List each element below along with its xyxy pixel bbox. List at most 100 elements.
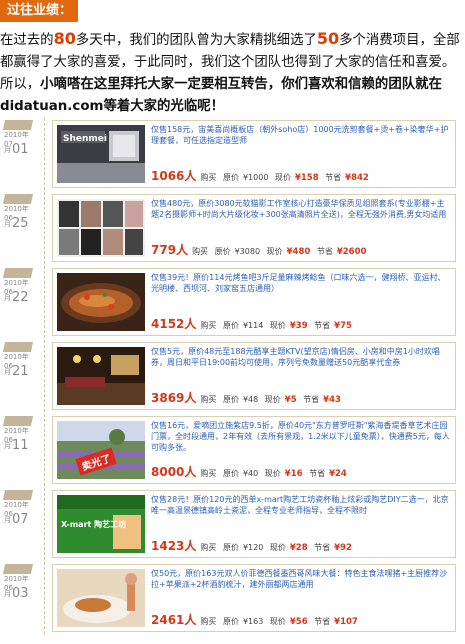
orig-price: ¥114 <box>242 321 264 330</box>
deal-day: 07 <box>12 512 29 527</box>
deal-stats: 8000人 购买 原价 ¥40 现价 ¥16 节省 ¥24 <box>151 463 451 480</box>
cur-price: ¥56 <box>289 617 308 627</box>
cur-price: ¥480 <box>286 247 311 257</box>
date-flag-icon <box>2 268 34 278</box>
date-flag-icon <box>2 416 34 426</box>
deal-card[interactable]: 仅售39元！原价114元烤鱼吧3斤足量麻辣烤鲶鱼（口味六选一，健翔桥、亚运村、光… <box>52 268 456 336</box>
orig-price: ¥40 <box>242 469 259 478</box>
deal-description[interactable]: 仅售16元，爱嘀团立施紫店9.5折，原价40元"东方普罗旺斯"紫海香堤香草艺术庄… <box>151 420 451 453</box>
deal-stats: 779人 购买 原价 ¥3080 现价 ¥480 节省 ¥2600 <box>151 241 451 258</box>
orig-price: ¥3080 <box>234 247 261 256</box>
deal-card[interactable]: 仅售480元，原价3080元软猫影工作室核心打造豪华保质见组照套系(专业影棚+主… <box>52 194 456 262</box>
buy-label: 购买 <box>200 173 217 182</box>
deal-card[interactable]: X-mart 陶艺工坊 仅售28元！原价120元的西单x-mart陶艺工坊瓷杯釉… <box>52 490 456 558</box>
deal-description[interactable]: 仅50元，原价163元双人价菲德西餐墨西哥风味大餐：特色主食法嘿猪+主厨推荐沙拉… <box>151 568 451 590</box>
deal-description[interactable]: 仅售28元！原价120元的西单x-mart陶艺工坊瓷杯釉上炫彩或陶艺DIY二选一… <box>151 494 451 516</box>
timeline-divider <box>44 562 46 634</box>
save-label: 节省 <box>325 173 342 182</box>
deal-card[interactable]: 仅50元，原价163元双人价菲德西餐墨西哥风味大餐：特色主食法嘿猪+主厨推荐沙拉… <box>52 564 456 632</box>
cur-price: ¥39 <box>289 321 308 331</box>
deal-thumbnail[interactable]: 卖光了 <box>57 421 145 479</box>
timeline-divider <box>44 266 46 338</box>
date-badge: 2010年06 月22 <box>2 268 36 314</box>
orig-label: 原价 <box>214 247 231 256</box>
deal-day: 01 <box>12 142 29 157</box>
deal-description[interactable]: 仅售480元，原价3080元软猫影工作室核心打造豪华保质见组照套系(专业影棚+主… <box>151 198 451 220</box>
date-badge: 2010年06 月03 <box>2 564 36 610</box>
deal-card[interactable]: 仅售5元，原价48元至188元酷享主题KTV(望京店)情侣房、小房和中房1小时欢… <box>52 342 456 410</box>
date-badge: 2010年06 月21 <box>2 342 36 388</box>
cur-price: ¥5 <box>284 395 297 405</box>
cur-price: ¥28 <box>289 543 308 553</box>
deal-day: 25 <box>12 216 29 231</box>
intro-count: 50 <box>316 29 340 48</box>
cur-price: ¥158 <box>294 173 319 183</box>
intro-days: 80 <box>53 29 76 48</box>
orig-price: ¥1000 <box>242 173 269 182</box>
cur-label: 现价 <box>264 395 281 404</box>
deal-day: 03 <box>12 586 29 601</box>
buy-label: 购买 <box>192 247 209 256</box>
deal-day-prefix: 月 <box>4 294 11 302</box>
buy-label: 购买 <box>200 469 217 478</box>
orig-label: 原价 <box>222 173 239 182</box>
timeline-divider <box>44 118 46 190</box>
timeline-divider <box>44 192 46 264</box>
orig-price: ¥163 <box>242 617 264 626</box>
intro-text-b: 多天中，我们的团队曾为大家精挑细选了 <box>75 33 317 48</box>
deal-day-prefix: 月 <box>4 516 11 524</box>
deal-stats: 3869人 购买 原价 ¥48 现价 ¥5 节省 ¥43 <box>151 389 451 406</box>
deal-row: 2010年06 月21 仅售5元，原价48元至188元酷享主题KTV(望京店)情… <box>0 340 465 412</box>
cur-label: 现价 <box>274 173 291 182</box>
cur-label: 现价 <box>266 247 283 256</box>
deal-row: 2010年06 月11 卖光了 仅售16元，爱嘀团立施紫店9.5折，原价40元"… <box>0 414 465 486</box>
deal-day: 21 <box>12 364 29 379</box>
deal-stats: 1423人 购买 原价 ¥120 现价 ¥28 节省 ¥92 <box>151 537 451 554</box>
orig-price: ¥120 <box>242 543 264 552</box>
timeline-divider <box>44 414 46 486</box>
date-flag-icon <box>2 120 34 130</box>
deal-thumbnail[interactable] <box>57 273 145 331</box>
cur-label: 现价 <box>264 469 281 478</box>
deal-stats: 1066人 购买 原价 ¥1000 现价 ¥158 节省 ¥842 <box>151 167 451 184</box>
orig-price: ¥48 <box>242 395 259 404</box>
deal-thumbnail[interactable] <box>57 199 145 257</box>
deal-thumbnail[interactable] <box>57 569 145 627</box>
save-amount: ¥75 <box>334 321 352 331</box>
buy-label: 购买 <box>200 543 217 552</box>
deal-stats: 4152人 购买 原价 ¥114 现价 ¥39 节省 ¥75 <box>151 315 451 332</box>
deal-description[interactable]: 仅售5元，原价48元至188元酷享主题KTV(望京店)情侣房、小房和中房1小时欢… <box>151 346 451 368</box>
deal-row: 2010年06 月25 仅售480元，原价3080元软猫影工作室核心打造豪华保质… <box>0 192 465 264</box>
deal-row: 2010年06 月07 X-mart 陶艺工坊 仅售28元！原价120元的西单x… <box>0 488 465 560</box>
save-amount: ¥2600 <box>336 247 367 257</box>
deal-description[interactable]: 仅售39元！原价114元烤鱼吧3斤足量麻辣烤鲶鱼（口味六选一，健翔桥、亚运村、光… <box>151 272 451 294</box>
date-badge: 2010年06 月07 <box>2 490 36 536</box>
buy-label: 购买 <box>200 321 217 330</box>
save-amount: ¥107 <box>334 617 358 627</box>
intro-bold: 小嘀嗒在这里拜托大家一定要相互转告，你们喜欢和信赖的团队就在didatuan.c… <box>0 77 442 114</box>
save-label: 节省 <box>314 321 331 330</box>
save-amount: ¥842 <box>345 173 369 183</box>
deal-day-prefix: 月 <box>4 442 11 450</box>
timeline-divider <box>44 340 46 412</box>
cur-price: ¥16 <box>284 469 303 479</box>
section-title: 过往业绩： <box>0 0 78 22</box>
deal-day-prefix: 月 <box>4 220 11 228</box>
deal-card[interactable]: 卖光了 仅售16元，爱嘀团立施紫店9.5折，原价40元"东方普罗旺斯"紫海香堤香… <box>52 416 456 484</box>
buyer-count: 4152人 <box>151 317 197 331</box>
deal-thumbnail[interactable] <box>57 347 145 405</box>
buyer-count: 3869人 <box>151 391 197 405</box>
save-label: 节省 <box>314 617 331 626</box>
buyer-count: 8000人 <box>151 465 197 479</box>
deal-thumbnail[interactable]: Shenmei <box>57 125 145 183</box>
deal-row: 2010年06 月22 仅售39元！原价114元烤鱼吧3斤足量麻辣烤鲶鱼（口味六… <box>0 266 465 338</box>
orig-label: 原价 <box>222 321 239 330</box>
deal-thumbnail[interactable]: X-mart 陶艺工坊 <box>57 495 145 553</box>
deal-day: 22 <box>12 290 29 305</box>
deal-day-prefix: 月 <box>4 368 11 376</box>
save-label: 节省 <box>316 247 333 256</box>
date-flag-icon <box>2 194 34 204</box>
deal-description[interactable]: 仅售158元，宙美喜尚概板店（朝外soho店）1000元洗剪套餐+烫+卷+染奢华… <box>151 124 451 146</box>
deal-card[interactable]: Shenmei 仅售158元，宙美喜尚概板店（朝外soho店）1000元洗剪套餐… <box>52 120 456 188</box>
save-label: 节省 <box>309 469 326 478</box>
